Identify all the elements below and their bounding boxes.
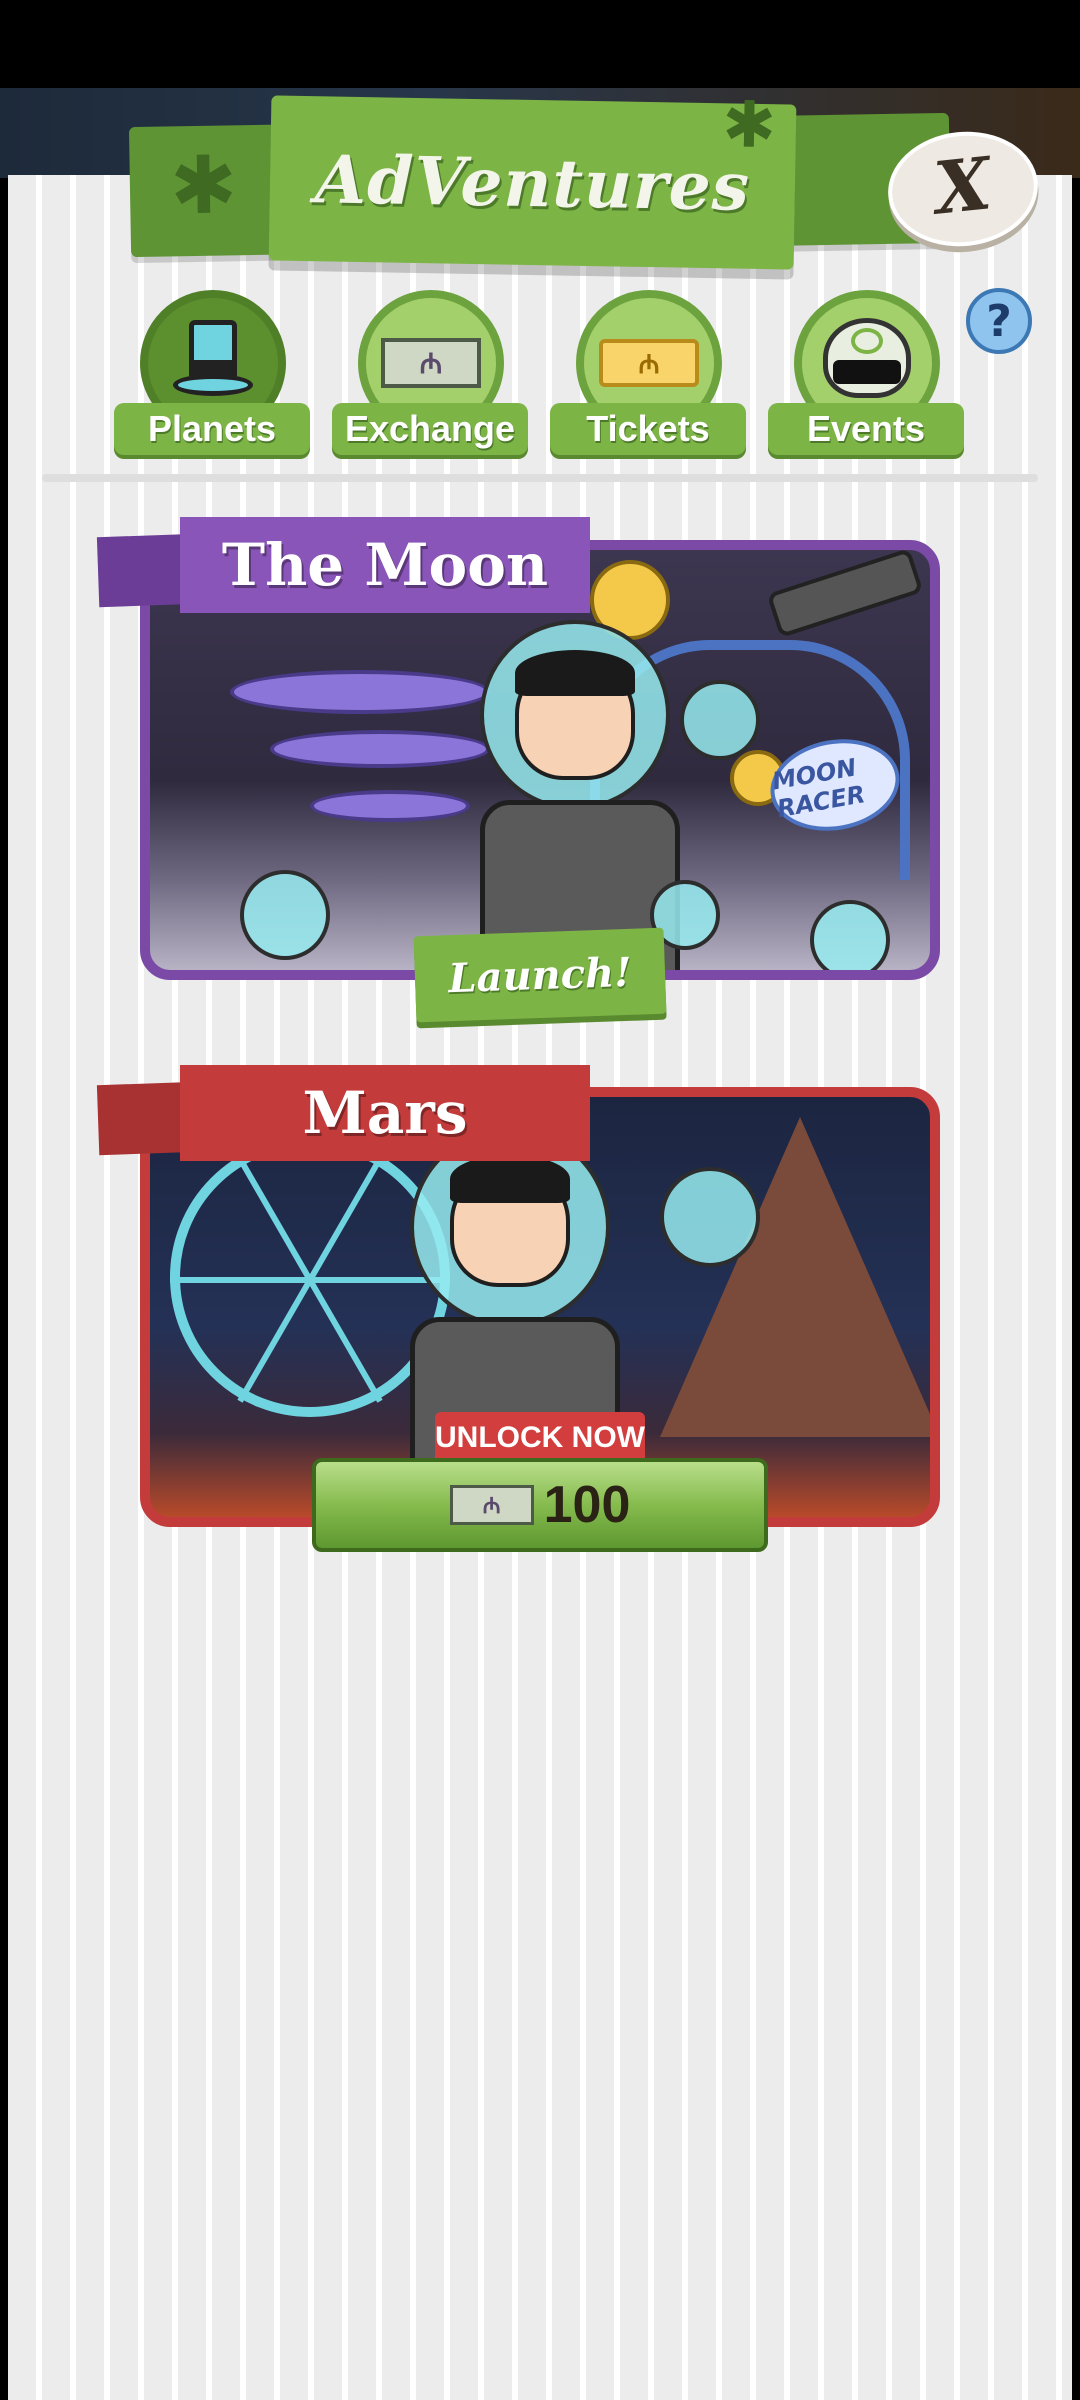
astronaut-hair [450,1155,570,1203]
unlock-label: UNLOCK NOW [435,1421,645,1454]
telescope [766,550,924,639]
status-bar [0,0,1080,88]
tab-tickets[interactable]: ₼ Tickets [550,290,746,456]
launch-label: Launch! [447,948,633,1002]
unlock-now-label: UNLOCK NOW [435,1412,645,1464]
tab-label: Planets [147,408,277,449]
cash-bubble [680,680,760,760]
asterisk-decoration-icon: ✱ [721,88,777,164]
question-mark-icon: ? [986,295,1012,347]
help-button[interactable]: ? [966,288,1032,354]
small-astronaut-bubble [240,870,330,960]
close-icon: X [930,139,995,231]
tab-label-bar: Exchange [332,403,528,455]
planet-name: Mars [302,1079,468,1147]
tab-label: Exchange [344,408,516,449]
cash-bubble [660,1167,760,1267]
page-title: AdVentures [314,139,751,226]
planet-ribbon: The Moon [180,517,590,613]
circus-tent [660,1117,930,1437]
planet-ribbon: Mars [180,1065,590,1161]
unlock-button[interactable]: ₼ 100 [312,1458,768,1552]
tab-label-bar: Tickets [550,403,746,455]
astronaut-hair [515,650,635,696]
ticket-icon: ₼ [599,339,699,387]
ufo-platform [270,730,490,768]
planet-name: The Moon [221,531,549,599]
cash-bubble [810,900,890,970]
tab-label-bar: Events [768,403,964,455]
ufo-platform [230,670,490,714]
tab-exchange[interactable]: ₼ Exchange [332,290,528,456]
asterisk-decoration-icon: ✱ [169,138,238,233]
ufo-platform [310,790,470,822]
tab-label: Events [806,408,926,449]
title-banner: AdVentures ✱ [268,88,797,270]
top-hat-icon [173,320,253,406]
unlock-price: 100 [543,1476,631,1534]
launch-button[interactable]: Launch! [413,927,667,1023]
megabucks-bill-icon: ₼ [449,1485,534,1525]
football-helmet-icon [819,318,915,408]
megabucks-bill-icon: ₼ [381,338,481,388]
ferris-wheel-spoke [170,1277,310,1283]
tab-divider [42,474,1038,482]
tab-label-bar: Planets [114,403,310,455]
tab-label: Tickets [586,408,710,449]
tab-events[interactable]: Events [768,290,964,456]
tab-planets[interactable]: Planets [114,290,310,456]
